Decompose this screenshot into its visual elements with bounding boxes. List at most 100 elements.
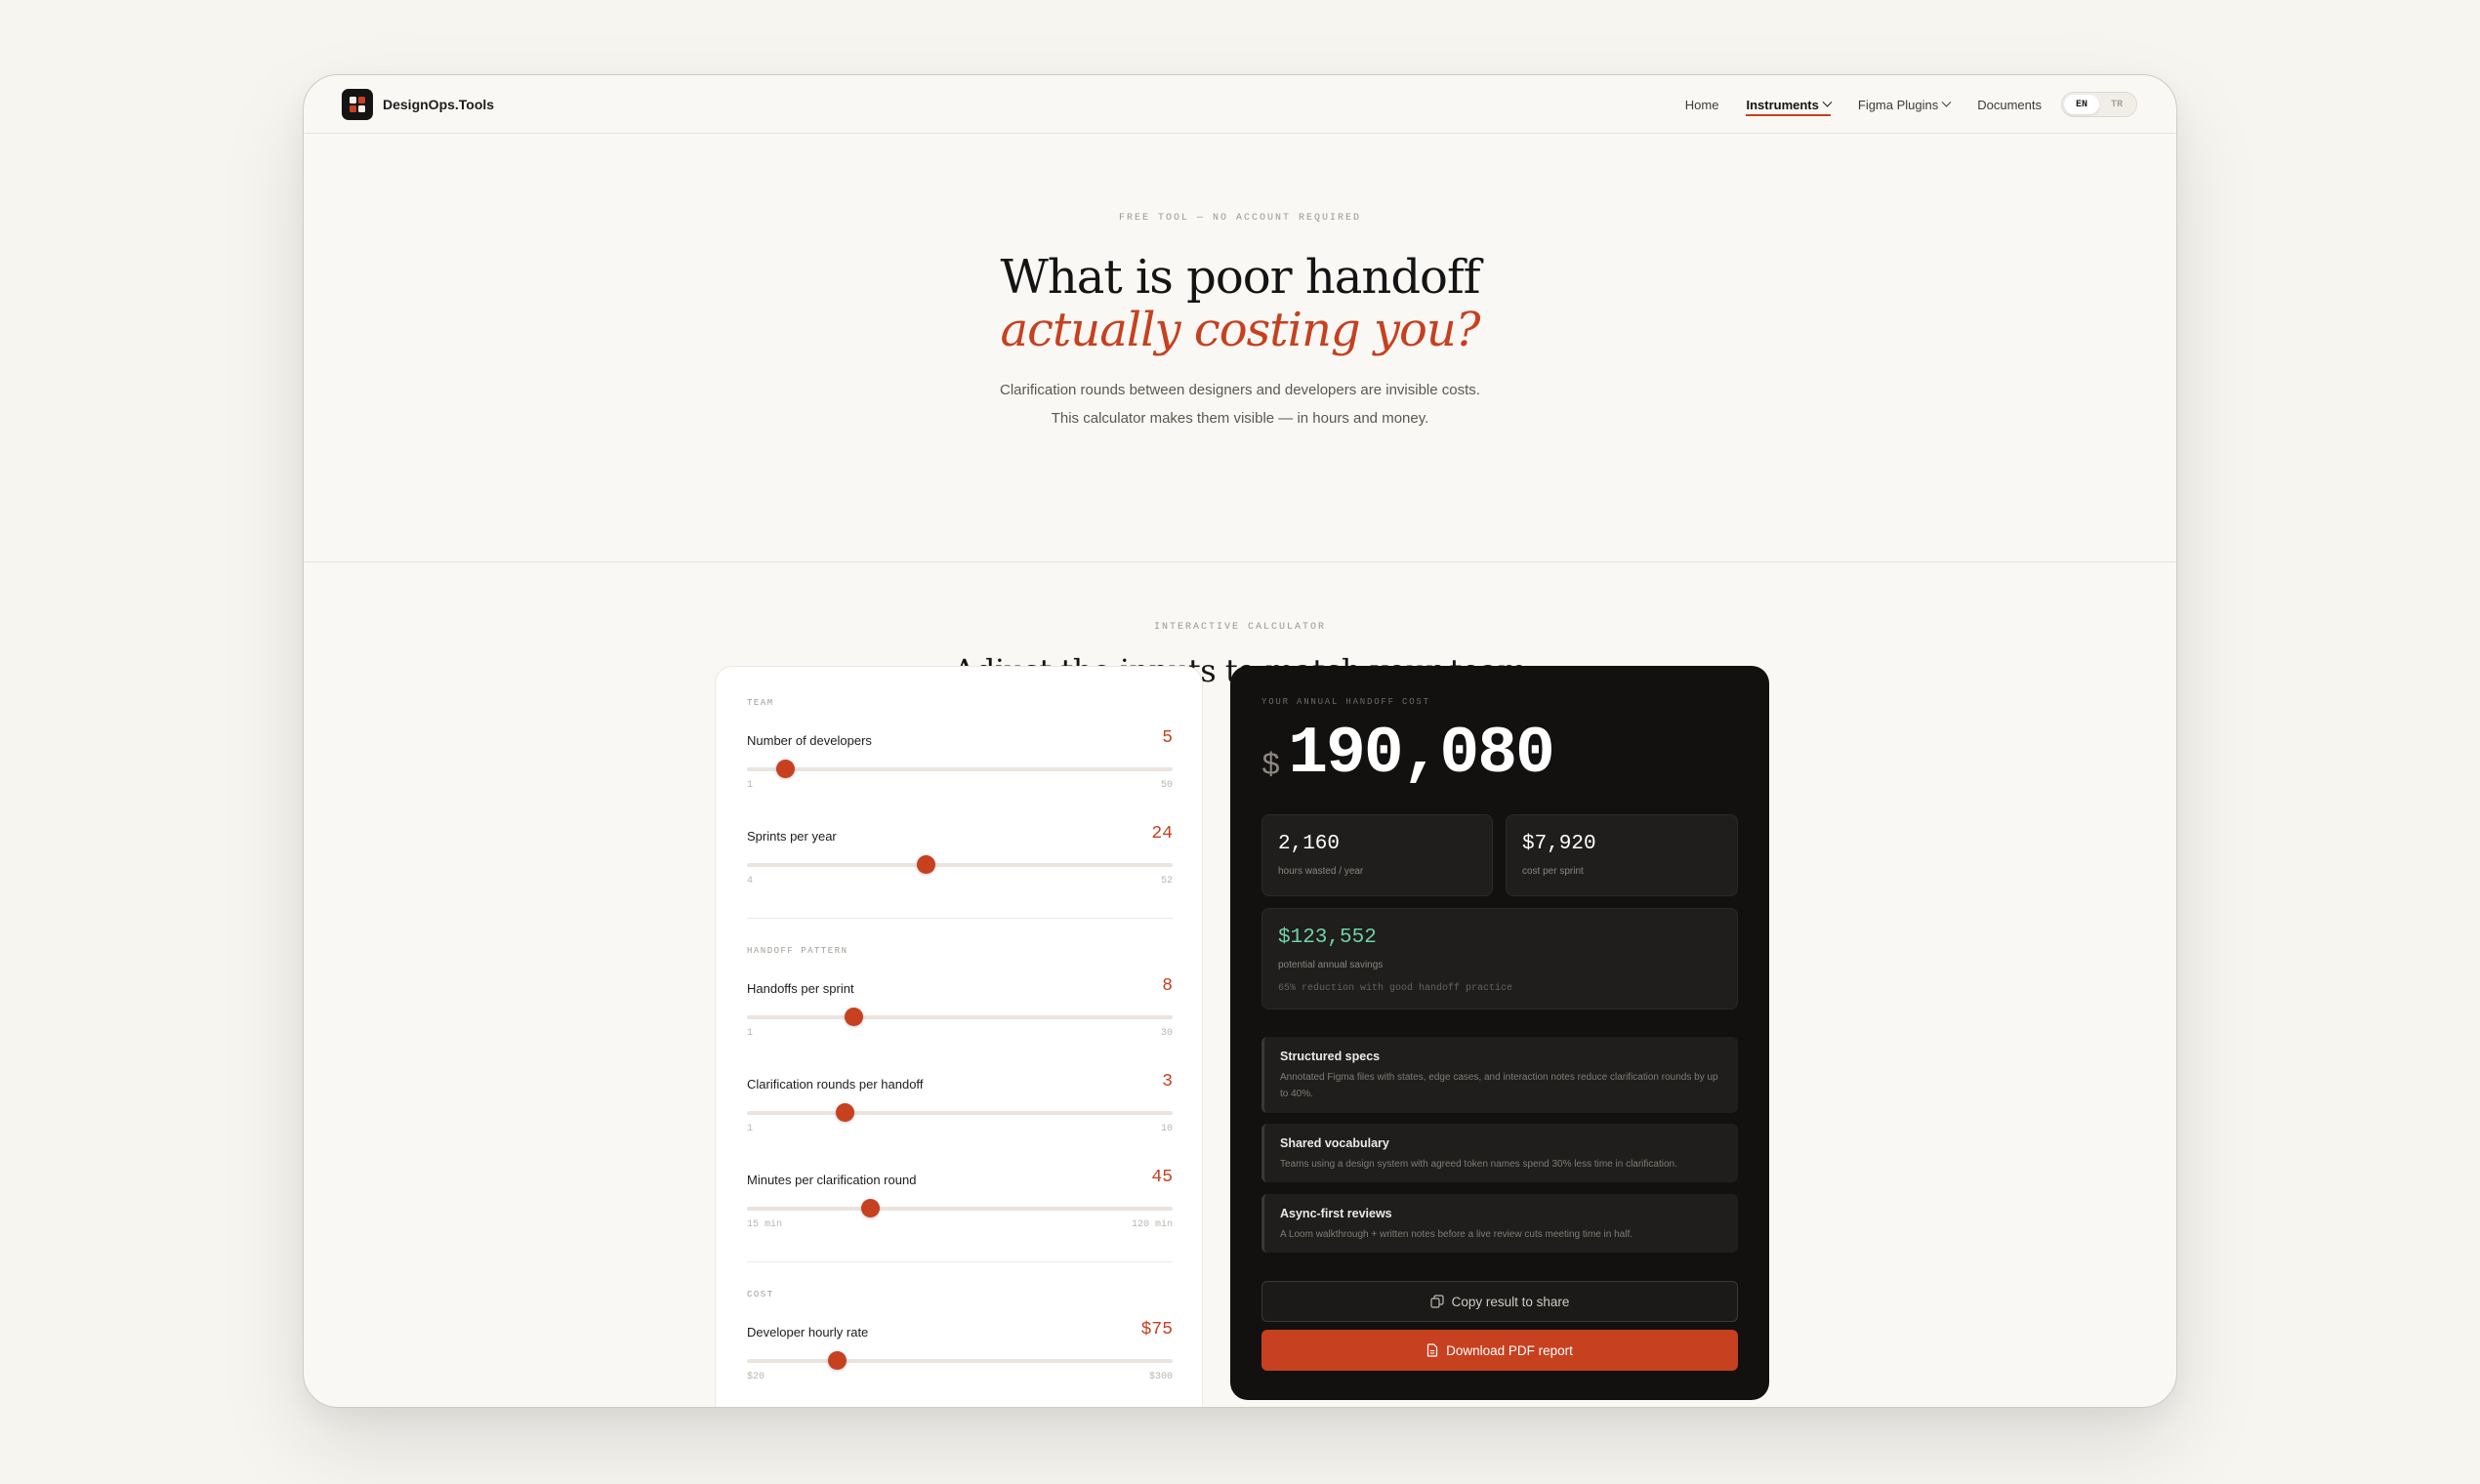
input-value: 3 [1162, 1072, 1173, 1092]
slider-min: $20 [747, 1372, 765, 1382]
savings-note: 65% reduction with good handoff practice [1278, 983, 1513, 994]
nav-home[interactable]: Home [1685, 98, 1719, 112]
group-label-handoff: HANDOFF PATTERN [747, 946, 848, 956]
group-label-cost: COST [747, 1290, 774, 1299]
slider-thumb[interactable] [861, 1199, 881, 1217]
hero-title: What is poor handoff [1000, 250, 1481, 305]
slider-min: 1 [747, 1124, 754, 1134]
slider-thumb[interactable] [776, 760, 796, 778]
cost-per-sprint-stat: $7,920 cost per sprint [1506, 814, 1738, 896]
stat-caption: hours wasted / year [1278, 866, 1364, 877]
tip-description: A Loom walkthrough + written notes befor… [1280, 1229, 1633, 1240]
inputs-card: TEAM Number of developers 5 1 50 Sprints… [715, 666, 1203, 1407]
tip-description: Teams using a design system with agreed … [1280, 1159, 1677, 1170]
input-value: $75 [1140, 1320, 1173, 1340]
hours-wasted-stat: 2,160 hours wasted / year [1261, 814, 1493, 896]
hero-description-line-2: This calculator makes them visible — in … [1051, 410, 1429, 427]
nav-documents[interactable]: Documents [1977, 98, 2042, 112]
nav-figma-plugins-label: Figma Plugins [1857, 97, 1939, 112]
stat-value: 2,160 [1278, 833, 1341, 855]
input-value: 24 [1151, 824, 1173, 844]
group-label-team: TEAM [747, 698, 774, 708]
chevron-down-icon [1941, 97, 1952, 107]
input-label: Handoffs per sprint [747, 981, 854, 996]
hero-description-line-1: Clarification rounds between designers a… [1000, 382, 1480, 398]
tip-title: Async-first reviews [1280, 1207, 1392, 1220]
input-hourly-rate: Developer hourly rate $75 $20 $300 [747, 1320, 1173, 1403]
slider-max: 52 [1160, 876, 1173, 886]
nav-instruments-label: Instruments [1746, 97, 1819, 112]
input-label: Clarification rounds per handoff [747, 1077, 924, 1092]
results-card: YOUR ANNUAL HANDOFF COST $ 190,080 2,160… [1230, 666, 1769, 1400]
annual-cost-total: $ 190,080 [1261, 717, 1555, 792]
input-value: 5 [1162, 728, 1173, 748]
savings-caption: potential annual savings [1278, 960, 1384, 970]
annual-cost-value: 190,080 [1288, 717, 1555, 792]
slider-max: 50 [1160, 780, 1173, 791]
download-pdf-button[interactable]: Download PDF report [1261, 1330, 1738, 1371]
logo-mark-icon [342, 89, 373, 120]
calculator-eyebrow: INTERACTIVE CALCULATOR [1153, 622, 1327, 633]
input-label: Minutes per clarification round [747, 1173, 917, 1187]
slider-min: 15 min [747, 1219, 783, 1230]
slider-track[interactable] [747, 855, 1173, 874]
input-value: 8 [1162, 976, 1173, 996]
copy-result-label: Copy result to share [1451, 1294, 1570, 1309]
download-pdf-label: Download PDF report [1446, 1342, 1573, 1358]
savings-stat: $123,552 potential annual savings 65% re… [1261, 908, 1738, 1010]
input-label: Sprints per year [747, 829, 837, 844]
slider-track[interactable] [747, 1103, 1173, 1122]
input-value: 45 [1151, 1168, 1173, 1187]
nav-links: Home Instruments Figma Plugins Documents… [1658, 75, 2137, 134]
input-label: Number of developers [747, 733, 872, 748]
lang-en-button[interactable]: EN [2064, 95, 2099, 114]
savings-value: $123,552 [1278, 927, 1377, 949]
slider-min: 1 [747, 1028, 754, 1039]
brand-name: DesignOps.Tools [383, 97, 495, 112]
input-handoffs: Handoffs per sprint 8 1 30 [747, 976, 1173, 1059]
brand-logo[interactable]: DesignOps.Tools [342, 89, 494, 120]
top-nav: DesignOps.Tools Home Instruments Figma P… [304, 75, 2176, 134]
copy-icon [1429, 1295, 1444, 1308]
document-icon [1426, 1343, 1438, 1357]
nav-figma-plugins[interactable]: Figma Plugins [1857, 97, 1952, 112]
input-developers: Number of developers 5 1 50 [747, 728, 1173, 811]
hero-title-accent: actually costing you? [1000, 303, 1480, 357]
hero-section: FREE TOOL — NO ACCOUNT REQUIRED What is … [304, 135, 2176, 562]
slider-track[interactable] [747, 1199, 1173, 1217]
language-toggle: EN TR [2061, 92, 2137, 117]
slider-thumb[interactable] [836, 1103, 855, 1122]
tip-shared-vocabulary: Shared vocabulary Teams using a design s… [1261, 1124, 1738, 1182]
stat-value: $7,920 [1522, 833, 1596, 855]
copy-result-button[interactable]: Copy result to share [1261, 1281, 1738, 1322]
nav-documents-label: Documents [1977, 97, 2042, 112]
currency-symbol: $ [1261, 748, 1281, 784]
hero-eyebrow: FREE TOOL — NO ACCOUNT REQUIRED [1118, 213, 1362, 224]
slider-min: 1 [747, 780, 754, 791]
slider-min: 4 [747, 876, 754, 886]
divider [747, 918, 1173, 919]
lang-tr-button[interactable]: TR [2099, 95, 2134, 114]
nav-home-label: Home [1684, 97, 1719, 112]
tip-description: Annotated Figma files with states, edge … [1280, 1072, 1718, 1099]
slider-track[interactable] [747, 1008, 1173, 1026]
slider-max: 10 [1160, 1124, 1173, 1134]
nav-instruments[interactable]: Instruments [1746, 97, 1833, 116]
tip-title: Structured specs [1280, 1050, 1381, 1063]
slider-thumb[interactable] [845, 1008, 863, 1026]
divider [747, 1261, 1173, 1262]
browser-window: DesignOps.Tools Home Instruments Figma P… [303, 74, 2177, 1408]
tip-structured-specs: Structured specs Annotated Figma files w… [1261, 1037, 1738, 1113]
slider-max: 30 [1160, 1028, 1173, 1039]
tip-title: Shared vocabulary [1280, 1136, 1389, 1150]
stat-caption: cost per sprint [1522, 866, 1584, 877]
slider-thumb[interactable] [827, 1351, 847, 1370]
slider-max: $300 [1148, 1372, 1173, 1382]
slider-track[interactable] [747, 1351, 1173, 1370]
slider-track[interactable] [747, 760, 1173, 778]
input-sprints: Sprints per year 24 4 52 [747, 824, 1173, 907]
input-label: Developer hourly rate [747, 1325, 869, 1340]
slider-thumb[interactable] [917, 855, 936, 874]
tip-async-reviews: Async-first reviews A Loom walkthrough +… [1261, 1194, 1738, 1253]
results-eyebrow: YOUR ANNUAL HANDOFF COST [1261, 697, 1430, 707]
